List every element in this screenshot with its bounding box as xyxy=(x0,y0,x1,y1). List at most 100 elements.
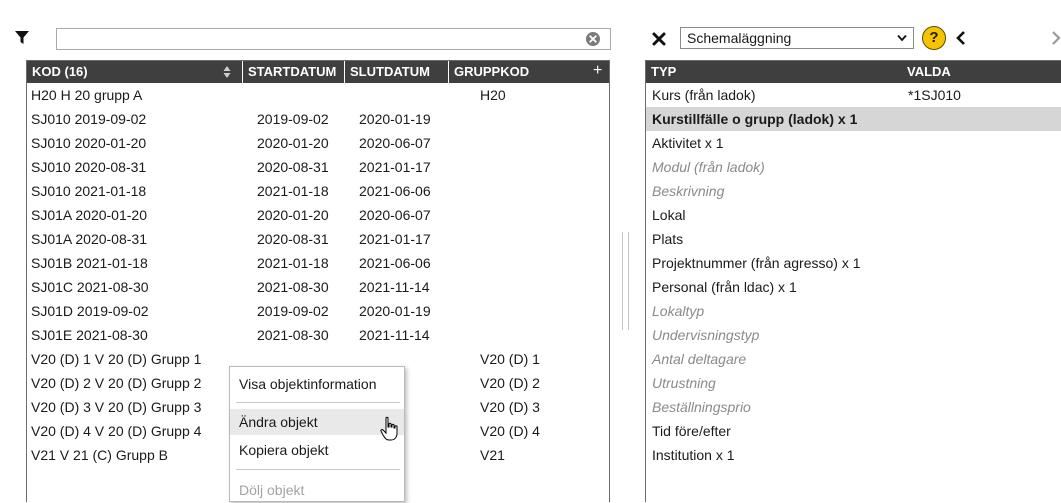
column-label-slutdatum: SLUTDATUM xyxy=(350,64,430,79)
cell-kod: SJ010 2020-08-31 xyxy=(31,159,147,175)
type-row[interactable]: Personal (från ldac) x 1 xyxy=(646,275,1061,299)
app: KOD (16) STARTDATUM SLUTDATUM GRUPPKOD +… xyxy=(0,0,1061,502)
menu-item-andra-objekt[interactable]: Ändra objekt xyxy=(230,409,404,435)
column-label-valda: VALDA xyxy=(907,64,951,79)
hand-pointer-icon xyxy=(380,416,398,441)
help-icon[interactable]: ? xyxy=(922,26,946,50)
cell-typ: Institution x 1 xyxy=(652,447,735,463)
filter-icon[interactable] xyxy=(14,30,30,46)
cell-slut: 2021-01-17 xyxy=(359,159,431,175)
cell-grupp: V20 (D) 1 xyxy=(480,351,540,367)
column-header-typ[interactable]: TYP xyxy=(646,61,902,83)
type-row[interactable]: Lokaltyp xyxy=(646,299,1061,323)
cell-slut: 2021-11-14 xyxy=(359,327,430,343)
column-header-slutdatum[interactable]: SLUTDATUM xyxy=(345,61,449,83)
chevron-right-icon[interactable] xyxy=(1050,30,1061,46)
cell-typ: Beställningsprio xyxy=(652,399,751,415)
table-row[interactable]: SJ01A 2020-08-31 2020-08-31 2021-01-17 xyxy=(27,227,609,251)
type-row[interactable]: Kurs (från ladok) *1SJ010 xyxy=(646,83,1061,107)
column-header-valda[interactable]: VALDA xyxy=(902,61,1061,83)
type-row[interactable]: Projektnummer (från agresso) x 1 xyxy=(646,251,1061,275)
type-row[interactable]: Institution x 1 xyxy=(646,443,1061,467)
table-row[interactable]: SJ010 2021-01-18 2021-01-18 2021-06-06 xyxy=(27,179,609,203)
type-row[interactable]: Antal deltagare xyxy=(646,347,1061,371)
cell-kod: SJ01E 2021-08-30 xyxy=(31,327,148,343)
cell-kod: V21 V 21 (C) Grupp B xyxy=(31,447,168,463)
view-select[interactable]: Schemaläggning xyxy=(680,27,914,49)
cell-kod: V20 (D) 2 V 20 (D) Grupp 2 xyxy=(31,375,202,391)
filter-input[interactable] xyxy=(56,28,611,50)
cell-kod: V20 (D) 1 V 20 (D) Grupp 1 xyxy=(31,351,202,367)
cell-typ: Utrustning xyxy=(652,375,716,391)
cell-grupp: H20 xyxy=(480,87,506,103)
cell-slut: 2020-01-19 xyxy=(359,303,431,319)
cell-typ: Aktivitet x 1 xyxy=(652,135,724,151)
cell-grupp: V20 (D) 3 xyxy=(480,399,540,415)
cell-start: 2021-08-30 xyxy=(257,327,329,343)
cell-start: 2019-09-02 xyxy=(257,111,329,127)
cell-start: 2021-08-30 xyxy=(257,279,329,295)
type-row[interactable]: Tid före/efter xyxy=(646,419,1061,443)
cell-typ: Antal deltagare xyxy=(652,351,747,367)
plus-icon[interactable]: + xyxy=(593,61,602,83)
type-row[interactable]: Plats xyxy=(646,227,1061,251)
menu-divider xyxy=(236,402,400,403)
close-x-icon[interactable] xyxy=(651,31,667,47)
cell-slut: 2020-06-07 xyxy=(359,135,431,151)
table-row[interactable]: SJ010 2020-01-20 2020-01-20 2020-06-07 xyxy=(27,131,609,155)
cell-start: 2019-09-02 xyxy=(257,303,329,319)
type-row[interactable]: Beställningsprio xyxy=(646,395,1061,419)
cell-slut: 2021-01-17 xyxy=(359,231,431,247)
cell-typ: Undervisningstyp xyxy=(652,327,760,343)
sort-icon[interactable] xyxy=(223,65,231,79)
table-row[interactable]: SJ01C 2021-08-30 2021-08-30 2021-11-14 xyxy=(27,275,609,299)
type-row[interactable]: Undervisningstyp xyxy=(646,323,1061,347)
table-row[interactable]: SJ01D 2019-09-02 2019-09-02 2020-01-19 xyxy=(27,299,609,323)
cell-typ: Tid före/efter xyxy=(652,423,731,439)
cell-typ: Kurstillfälle o grupp (ladok) x 1 xyxy=(652,111,858,127)
column-label-startdatum: STARTDATUM xyxy=(248,64,337,79)
cell-kod: H20 H 20 grupp A xyxy=(31,87,143,103)
cell-kod: V20 (D) 3 V 20 (D) Grupp 3 xyxy=(31,399,202,415)
table-header: KOD (16) STARTDATUM SLUTDATUM GRUPPKOD + xyxy=(27,61,609,83)
chevron-left-icon[interactable] xyxy=(955,30,967,46)
clear-circle-icon[interactable] xyxy=(586,32,600,46)
cell-slut: 2021-11-14 xyxy=(359,279,430,295)
type-row[interactable]: Kurstillfälle o grupp (ladok) x 1 xyxy=(646,107,1061,131)
cell-start: 2020-01-20 xyxy=(257,135,329,151)
cell-slut: 2021-06-06 xyxy=(359,183,431,199)
cell-typ: Lokal xyxy=(652,207,686,223)
table-row[interactable]: SJ010 2019-09-02 2019-09-02 2020-01-19 xyxy=(27,107,609,131)
cell-grupp: V20 (D) 2 xyxy=(480,375,540,391)
cell-kod: V20 (D) 4 V 20 (D) Grupp 4 xyxy=(31,423,202,439)
cell-typ: Kurs (från ladok) xyxy=(652,87,756,103)
cell-kod: SJ01B 2021-01-18 xyxy=(31,255,148,271)
type-row[interactable]: Utrustning xyxy=(646,371,1061,395)
column-header-gruppkod[interactable]: GRUPPKOD xyxy=(449,61,589,83)
type-row[interactable]: Modul (från ladok) xyxy=(646,155,1061,179)
cell-typ: Projektnummer (från agresso) x 1 xyxy=(652,255,861,271)
cell-kod: SJ01D 2019-09-02 xyxy=(31,303,149,319)
menu-divider xyxy=(236,469,400,470)
table-row[interactable]: H20 H 20 grupp A H20 xyxy=(27,83,609,107)
cell-start: 2021-01-18 xyxy=(257,255,329,271)
table-row[interactable]: SJ01E 2021-08-30 2021-08-30 2021-11-14 xyxy=(27,323,609,347)
table-row[interactable]: SJ01B 2021-01-18 2021-01-18 2021-06-06 xyxy=(27,251,609,275)
view-select-value: Schemaläggning xyxy=(687,30,792,46)
menu-item-kopiera-objekt[interactable]: Kopiera objekt xyxy=(230,437,404,463)
column-header-startdatum[interactable]: STARTDATUM xyxy=(243,61,345,83)
column-header-kod[interactable]: KOD (16) xyxy=(27,61,243,83)
menu-item-visa-objektinformation[interactable]: Visa objektinformation xyxy=(230,371,404,397)
column-label-kod: KOD (16) xyxy=(32,64,88,79)
type-row[interactable]: Aktivitet x 1 xyxy=(646,131,1061,155)
type-row[interactable]: Lokal xyxy=(646,203,1061,227)
table-row[interactable]: SJ01A 2020-01-20 2020-01-20 2020-06-07 xyxy=(27,203,609,227)
table-row[interactable]: SJ010 2020-08-31 2020-08-31 2021-01-17 xyxy=(27,155,609,179)
cell-grupp: V21 xyxy=(480,447,505,463)
cell-grupp: V20 (D) 4 xyxy=(480,423,540,439)
type-row[interactable]: Beskrivning xyxy=(646,179,1061,203)
menu-item-dolj-objekt[interactable]: Dölj objekt xyxy=(230,477,404,503)
cell-valda: *1SJ010 xyxy=(908,87,961,103)
cell-slut: 2021-06-06 xyxy=(359,255,431,271)
pane-splitter[interactable] xyxy=(622,232,630,330)
